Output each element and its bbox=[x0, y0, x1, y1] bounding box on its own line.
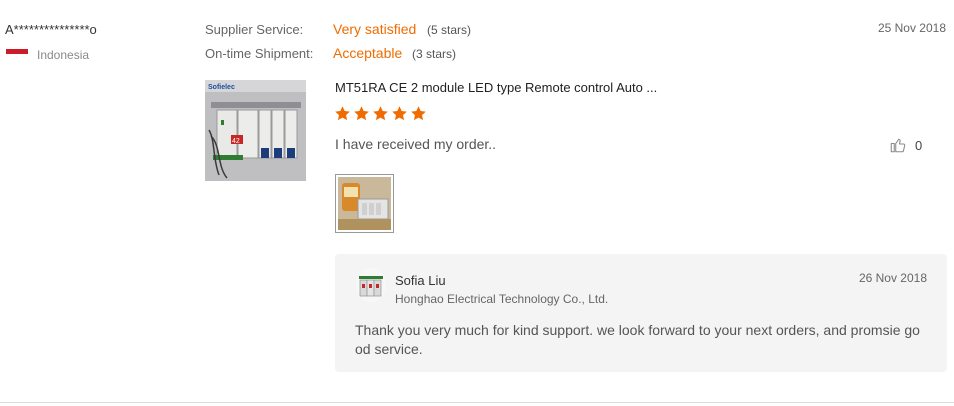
on-time-shipment-stars: (3 stars) bbox=[412, 47, 457, 61]
review-text: I have received my order.. bbox=[335, 136, 497, 152]
supplier-service-label: Supplier Service: bbox=[205, 22, 304, 37]
supplier-reply-text: Thank you very much for kind support. we… bbox=[355, 322, 920, 357]
star-icon bbox=[354, 106, 369, 121]
on-time-shipment-label: On-time Shipment: bbox=[205, 46, 314, 61]
on-time-shipment-value: Acceptable bbox=[333, 45, 403, 61]
thumb-brand: Sofielec bbox=[208, 84, 235, 91]
supplier-reply: Sofia Liu Honghao Electrical Technology … bbox=[335, 254, 947, 372]
review-photo[interactable] bbox=[335, 174, 394, 233]
review-divider bbox=[0, 402, 954, 403]
supplier-avatar bbox=[356, 268, 386, 302]
product-rating-stars bbox=[334, 105, 427, 122]
flag-white-band bbox=[6, 54, 28, 59]
star-icon bbox=[392, 106, 407, 121]
like-count: 0 bbox=[915, 137, 923, 153]
supplier-company[interactable]: Honghao Electrical Technology Co., Ltd. bbox=[395, 292, 608, 306]
product-photo-art: Sofielec 42 bbox=[205, 80, 306, 181]
buyer-name: A***************o bbox=[5, 22, 97, 37]
product-title[interactable]: MT51RA CE 2 module LED type Remote contr… bbox=[335, 80, 657, 95]
star-icon bbox=[335, 106, 350, 121]
review-photo-art bbox=[338, 177, 391, 230]
thumbs-up-icon bbox=[890, 138, 906, 153]
star-icon bbox=[411, 106, 426, 121]
supplier-reply-name: Sofia Liu bbox=[395, 273, 446, 288]
supplier-service-value: Very satisfied bbox=[333, 21, 417, 37]
like-button[interactable]: 0 bbox=[889, 136, 922, 154]
supplier-avatar-art bbox=[356, 268, 386, 302]
review-date: 25 Nov 2018 bbox=[877, 21, 946, 35]
supplier-service-stars: (5 stars) bbox=[427, 23, 472, 37]
supplier-reply-date: 26 Nov 2018 bbox=[858, 271, 927, 285]
country-flag-icon bbox=[6, 49, 28, 59]
buyer-country: Indonesia bbox=[37, 48, 90, 62]
star-icon bbox=[373, 106, 388, 121]
review-photo-image bbox=[338, 177, 391, 230]
product-thumbnail[interactable]: Sofielec 42 bbox=[205, 80, 306, 181]
thumb-panel-text: 42 bbox=[232, 138, 240, 145]
